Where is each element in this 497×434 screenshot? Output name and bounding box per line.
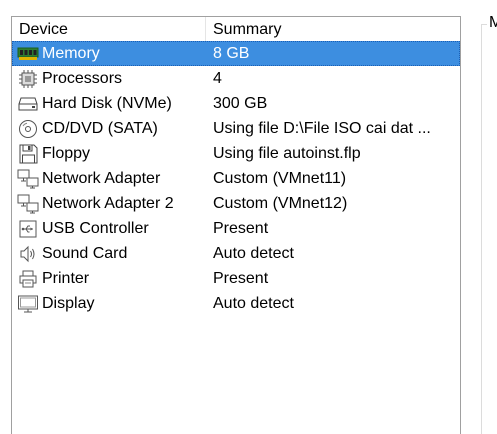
network-adapter-icon <box>16 169 40 189</box>
network-adapter-icon <box>16 194 40 214</box>
device-row-cd-dvd[interactable]: CD/DVD (SATA) Using file D:\File ISO cai… <box>12 116 460 141</box>
device-label: Display <box>42 294 95 312</box>
table-header: Device Summary <box>12 17 460 41</box>
device-label: Network Adapter 2 <box>42 194 174 212</box>
device-row-display[interactable]: Display Auto detect <box>12 291 460 316</box>
device-cell: Memory <box>12 44 207 64</box>
device-settings-group-frame <box>481 24 497 434</box>
device-cell: Hard Disk (NVMe) <box>12 94 207 114</box>
device-label: USB Controller <box>42 219 149 237</box>
summary-value: Custom (VMnet11) <box>213 169 347 187</box>
device-row-network-adapter-2[interactable]: Network Adapter 2 Custom (VMnet12) <box>12 191 460 216</box>
device-row-memory[interactable]: Memory 8 GB <box>12 41 460 66</box>
summary-value: Using file D:\File ISO cai dat ... <box>213 119 431 137</box>
usb-icon <box>16 219 40 239</box>
floppy-icon <box>16 144 40 164</box>
device-row-processors[interactable]: Processors 4 <box>12 66 460 91</box>
cd-dvd-icon <box>16 119 40 139</box>
summary-value: Auto detect <box>213 294 294 312</box>
summary-value: 4 <box>213 69 222 87</box>
processor-icon <box>16 69 40 89</box>
device-label: Floppy <box>42 144 91 162</box>
device-cell: Floppy <box>12 144 207 164</box>
device-cell: Processors <box>12 69 207 89</box>
summary-value: Present <box>213 269 269 287</box>
device-row-sound-card[interactable]: Sound Card Auto detect <box>12 241 460 266</box>
device-label: Memory <box>42 44 100 62</box>
device-cell: Printer <box>12 269 207 289</box>
column-header-device[interactable]: Device <box>12 17 206 41</box>
device-label: Network Adapter <box>42 169 161 187</box>
device-rows: Memory 8 GB Processors 4 Hard Disk (NVMe… <box>12 41 460 316</box>
summary-value: Auto detect <box>213 244 294 262</box>
device-label: Hard Disk (NVMe) <box>42 94 172 112</box>
printer-icon <box>16 269 40 289</box>
summary-value: Using file autoinst.flp <box>213 144 361 162</box>
device-cell: Display <box>12 294 207 314</box>
device-row-network-adapter[interactable]: Network Adapter Custom (VMnet11) <box>12 166 460 191</box>
device-settings-group-caption: M <box>487 14 497 32</box>
device-label: Sound Card <box>42 244 128 262</box>
device-row-hard-disk[interactable]: Hard Disk (NVMe) 300 GB <box>12 91 460 116</box>
device-row-usb-controller[interactable]: USB Controller Present <box>12 216 460 241</box>
device-cell: Network Adapter <box>12 169 207 189</box>
device-cell: Sound Card <box>12 244 207 264</box>
summary-value: Present <box>213 219 269 237</box>
device-cell: Network Adapter 2 <box>12 194 207 214</box>
device-label: Printer <box>42 269 90 287</box>
memory-icon <box>16 44 40 64</box>
device-cell: USB Controller <box>12 219 207 239</box>
device-row-printer[interactable]: Printer Present <box>12 266 460 291</box>
device-list[interactable]: Device Summary Memory 8 GB Processors 4 … <box>11 16 461 434</box>
speaker-icon <box>16 244 40 264</box>
summary-value: 300 GB <box>213 94 268 112</box>
summary-value: 8 GB <box>213 44 250 62</box>
summary-value: Custom (VMnet12) <box>213 194 348 212</box>
device-cell: CD/DVD (SATA) <box>12 119 207 139</box>
device-label: Processors <box>42 69 123 87</box>
monitor-icon <box>16 294 40 314</box>
device-row-floppy[interactable]: Floppy Using file autoinst.flp <box>12 141 460 166</box>
device-label: CD/DVD (SATA) <box>42 119 158 137</box>
column-header-summary[interactable]: Summary <box>206 17 460 41</box>
hard-disk-icon <box>16 94 40 114</box>
